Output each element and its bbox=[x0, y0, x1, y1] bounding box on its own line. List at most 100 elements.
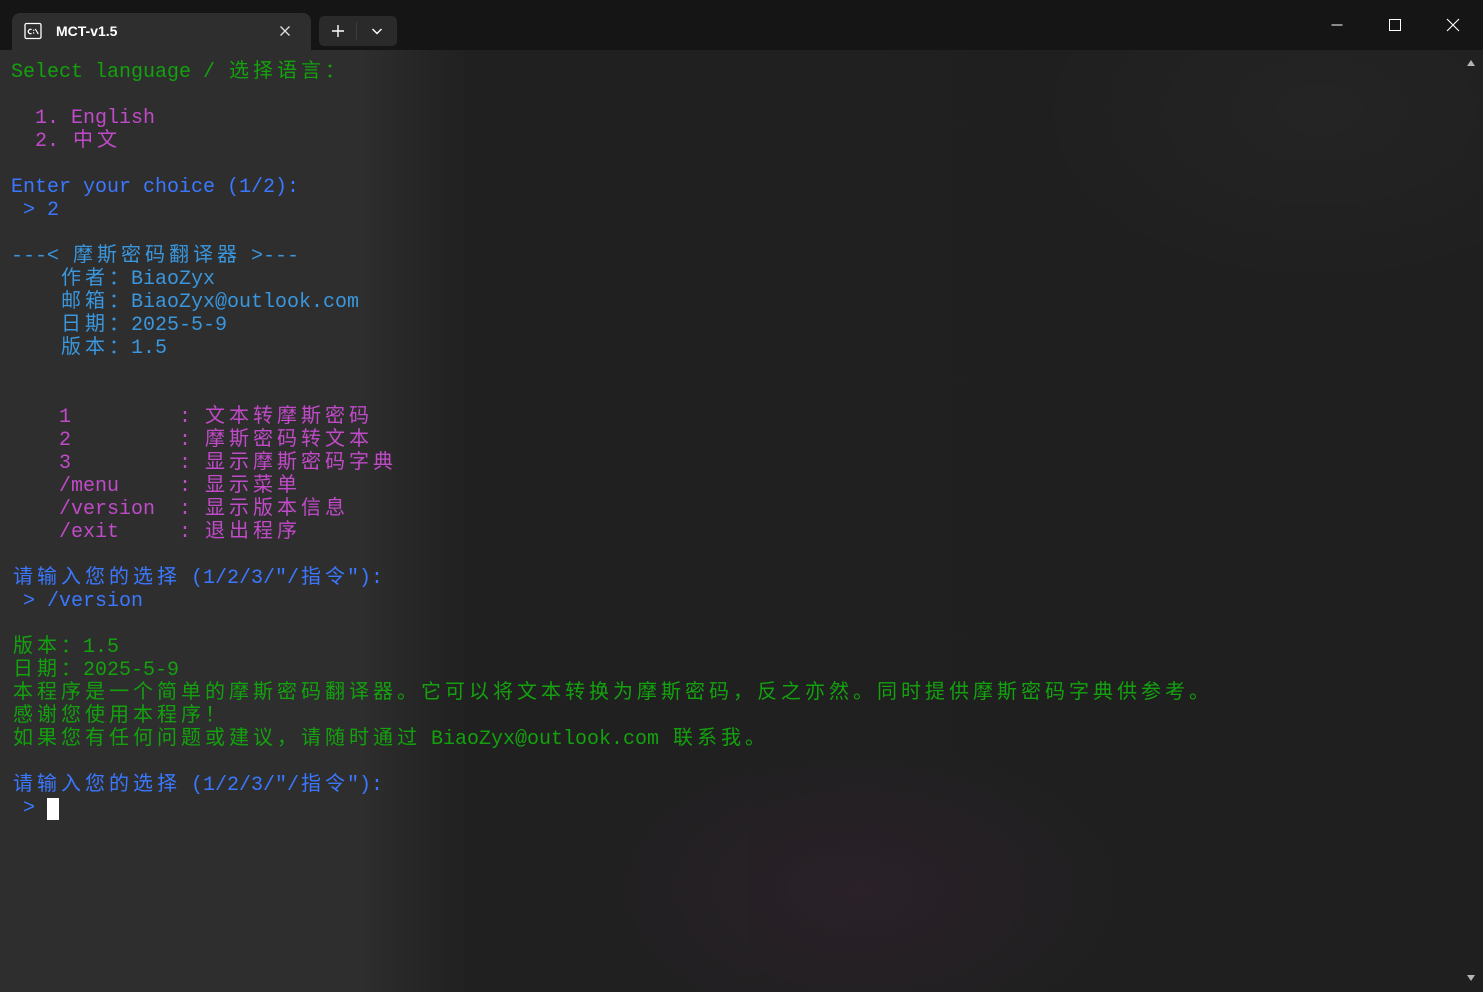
field-label: 作者： bbox=[59, 268, 131, 291]
wide-glyph-cell: 本 bbox=[229, 406, 250, 429]
new-tab-dropdown-button[interactable] bbox=[357, 16, 397, 46]
menu-prompt: 请输入您的选择 (1/2/3/"/指令 "): bbox=[13, 567, 384, 590]
wide-glyph-cell: 问 bbox=[157, 728, 177, 751]
menu-command: /version bbox=[59, 498, 156, 521]
banner-email: 邮箱： BiaoZyx@outlook.com bbox=[11, 291, 1461, 314]
wide-glyph-cell: 密 bbox=[301, 452, 322, 475]
wide-glyph-cell: 议 bbox=[253, 728, 273, 751]
tab-close-button[interactable] bbox=[278, 24, 292, 38]
wide-glyph-cell: 摩 bbox=[277, 406, 298, 429]
wide-glyph-cell: 日 bbox=[61, 314, 81, 337]
terminal-pane[interactable]: Select language / 选择语言： 1. English 2. 中文… bbox=[0, 50, 1483, 992]
wide-glyph-cell: 邮 bbox=[61, 291, 81, 314]
wide-glyph-cell: 令 bbox=[325, 774, 346, 797]
choice-input: 2 bbox=[47, 199, 60, 222]
wide-glyph-cell: 过 bbox=[397, 728, 417, 751]
menu-command: 3 bbox=[59, 452, 72, 475]
field-value: BiaoZyx bbox=[131, 268, 216, 291]
wide-glyph-cell: 斯 bbox=[301, 406, 322, 429]
new-tab-controls bbox=[319, 16, 397, 46]
wide-glyph-cell: 感 bbox=[13, 705, 33, 728]
wide-glyph-cell: 典 bbox=[1093, 682, 1113, 705]
wide-glyph-cell: 入 bbox=[61, 567, 81, 590]
wide-glyph-cell: ， bbox=[277, 728, 297, 751]
title-bar[interactable]: MCT-v1.5 bbox=[0, 0, 1483, 50]
scroll-up-arrow-icon[interactable] bbox=[1466, 59, 1476, 67]
menu-separator: : bbox=[179, 452, 192, 475]
wide-glyph-cell: 如 bbox=[13, 728, 33, 751]
wide-glyph-cell: 转 bbox=[301, 429, 322, 452]
banner-version: 版本： 1.5 bbox=[11, 337, 1461, 360]
wide-glyph-cell: 版 bbox=[253, 498, 274, 521]
description-line: 本程序是一个简单的摩斯密码翻译器。它可以将文本转换为摩斯密码，反之亦然。同时提供… bbox=[11, 682, 1461, 705]
wide-glyph-cell: 中 bbox=[73, 130, 94, 153]
menu-command: 2 bbox=[59, 429, 72, 452]
wide-glyph-cell: ： bbox=[109, 337, 129, 360]
wide-glyph-cell: 示 bbox=[229, 498, 250, 521]
wide-glyph-cell: 供 bbox=[949, 682, 969, 705]
scroll-down-arrow-icon[interactable] bbox=[1466, 974, 1476, 982]
close-icon bbox=[1446, 18, 1460, 32]
wide-glyph-cell: 期 bbox=[37, 659, 57, 682]
menu-description: 摩斯密码转文本 bbox=[203, 429, 371, 452]
wide-glyph-cell: 用 bbox=[109, 705, 129, 728]
wide-glyph-cell: 序 bbox=[181, 705, 201, 728]
wide-glyph-cell: 反 bbox=[757, 682, 777, 705]
wide-glyph-cell: ： bbox=[325, 61, 346, 84]
wide-glyph-cell: 信 bbox=[301, 498, 322, 521]
contact-line: 如果您有任何问题或建议，请随时通过 BiaoZyx@outlook.com 联系… bbox=[13, 728, 766, 751]
close-window-button[interactable] bbox=[1424, 0, 1482, 50]
wide-glyph-cell: 的 bbox=[109, 567, 129, 590]
wide-glyph-cell: 随 bbox=[325, 728, 345, 751]
wide-glyph-cell: 的 bbox=[205, 682, 225, 705]
wide-glyph-cell: 斯 bbox=[661, 682, 681, 705]
wide-glyph-cell: 建 bbox=[229, 728, 249, 751]
tab-mct[interactable]: MCT-v1.5 bbox=[12, 13, 311, 50]
wide-glyph-cell: ： bbox=[109, 314, 129, 337]
language-prompt: Select language / 选择语言： bbox=[11, 61, 346, 84]
menu-description: 显示菜单 bbox=[203, 475, 299, 498]
language-option: 1. English bbox=[35, 107, 156, 130]
wide-glyph-cell: 密 bbox=[253, 429, 274, 452]
wide-glyph-cell: 码 bbox=[349, 406, 370, 429]
wide-glyph-cell: ： bbox=[61, 659, 81, 682]
minimize-button[interactable] bbox=[1308, 0, 1366, 50]
menu-input-line: > /version bbox=[11, 590, 1461, 613]
choice-input-line: >2 bbox=[11, 199, 1461, 222]
tab-title: MCT-v1.5 bbox=[56, 23, 118, 39]
wide-glyph-cell: 考 bbox=[1165, 682, 1185, 705]
wide-glyph-cell: 程 bbox=[157, 705, 177, 728]
wide-glyph-cell: 之 bbox=[781, 682, 801, 705]
active-input-line[interactable]: > bbox=[11, 797, 1461, 820]
wide-glyph-cell: 密 bbox=[685, 682, 705, 705]
wide-glyph-cell: 文 bbox=[325, 429, 346, 452]
wide-glyph-cell: 摩 bbox=[637, 682, 657, 705]
wide-glyph-cell: 选 bbox=[133, 774, 153, 797]
vertical-scrollbar[interactable] bbox=[1463, 50, 1483, 992]
wide-glyph-cell: 。 bbox=[853, 682, 873, 705]
wide-glyph-cell: 显 bbox=[205, 475, 226, 498]
wide-glyph-cell: 斯 bbox=[253, 682, 273, 705]
wide-glyph-cell: 者 bbox=[85, 268, 105, 291]
wide-glyph-cell: 序 bbox=[61, 682, 81, 705]
wide-glyph-cell: 择 bbox=[253, 61, 274, 84]
menu-item: 1: 文本转摩斯密码 bbox=[11, 406, 1461, 429]
wide-glyph-cell: 作 bbox=[61, 268, 81, 291]
menu-separator: : bbox=[179, 406, 192, 429]
wide-glyph-cell: 我 bbox=[721, 728, 742, 751]
wide-glyph-cell: 器 bbox=[217, 245, 238, 268]
wide-glyph-cell: 以 bbox=[469, 682, 489, 705]
wide-glyph-cell: 翻 bbox=[325, 682, 345, 705]
wide-glyph-cell: ， bbox=[733, 682, 753, 705]
wide-glyph-cell: 文 bbox=[97, 130, 118, 153]
close-icon bbox=[280, 26, 290, 36]
wide-glyph-cell: 本 bbox=[133, 705, 153, 728]
maximize-button[interactable] bbox=[1366, 0, 1424, 50]
wide-glyph-cell: 简 bbox=[157, 682, 177, 705]
date-line: 日期： 2025-5-9 bbox=[13, 659, 180, 682]
prompt-symbol: > bbox=[23, 199, 36, 222]
wide-glyph-cell: 指 bbox=[301, 567, 322, 590]
new-tab-button[interactable] bbox=[319, 16, 357, 46]
